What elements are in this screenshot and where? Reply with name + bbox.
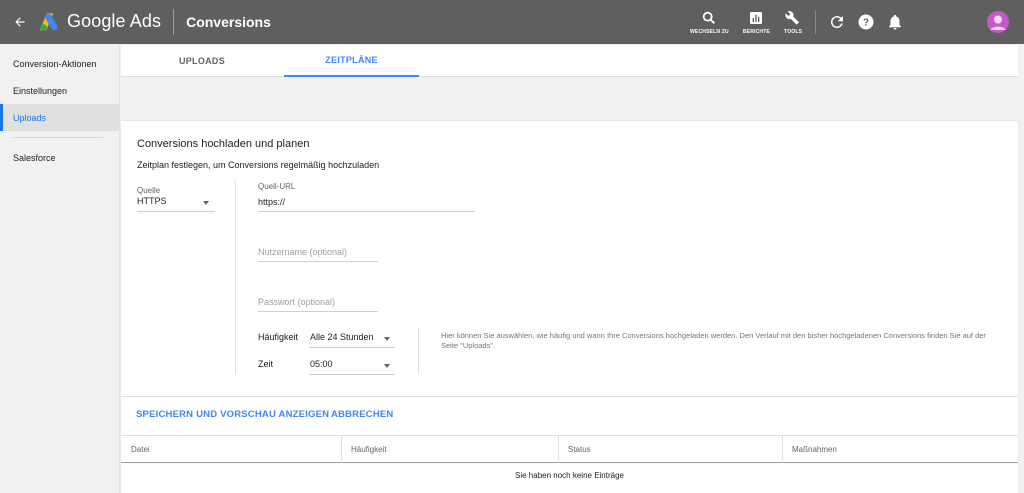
chevron-down-icon bbox=[384, 337, 390, 341]
tab-uploads[interactable]: UPLOADS bbox=[151, 45, 253, 77]
form-subheading: Zeitplan festlegen, um Conversions regel… bbox=[137, 160, 380, 170]
sidebar-item-settings[interactable]: Einstellungen bbox=[0, 77, 119, 104]
sidebar-item-uploads[interactable]: Uploads bbox=[0, 104, 119, 131]
source-label: Quelle bbox=[137, 186, 161, 195]
time-select[interactable]: 05:00 bbox=[309, 356, 395, 374]
column-header-actions[interactable]: Maßnahmen bbox=[782, 435, 837, 463]
password-input[interactable]: Passwort (optional) bbox=[258, 297, 378, 311]
reports-button[interactable]: BERICHTE bbox=[743, 0, 770, 44]
form-vertical-divider bbox=[235, 181, 236, 374]
avatar-person-icon bbox=[990, 15, 1006, 30]
source-value: HTTPS bbox=[137, 196, 167, 206]
column-header-file[interactable]: Datei bbox=[121, 435, 150, 463]
password-underline bbox=[258, 311, 378, 312]
column-header-status[interactable]: Status bbox=[558, 435, 591, 463]
sidebar: Conversion-Aktionen Einstellungen Upload… bbox=[0, 45, 120, 493]
username-underline bbox=[258, 261, 378, 262]
table-empty-message: Sie haben noch keine Einträge bbox=[515, 471, 624, 480]
avatar[interactable] bbox=[987, 11, 1009, 33]
header-tools: WECHSELN ZU BERICHTE TOOLS bbox=[690, 0, 816, 44]
sidebar-divider bbox=[13, 137, 103, 138]
header-tools-divider bbox=[815, 10, 816, 34]
wrench-icon bbox=[785, 10, 800, 25]
top-app-bar: Google Ads Conversions WECHSELN ZU BERIC… bbox=[0, 0, 1024, 44]
frequency-value: Alle 24 Stunden bbox=[310, 332, 374, 342]
help-icon[interactable]: ? bbox=[857, 13, 875, 31]
url-label: Quell-URL bbox=[258, 182, 296, 191]
reports-label: BERICHTE bbox=[742, 28, 771, 35]
tab-bar: UPLOADS ZEITPLÄNE bbox=[121, 45, 1018, 77]
refresh-icon[interactable] bbox=[828, 13, 846, 31]
sidebar-item-label: Einstellungen bbox=[13, 85, 68, 96]
search-icon bbox=[703, 11, 716, 24]
column-header-frequency[interactable]: Häufigkeit bbox=[341, 435, 387, 463]
header-divider bbox=[173, 8, 175, 35]
chevron-down-icon bbox=[384, 364, 390, 368]
switch-to-label: WECHSELN ZU bbox=[690, 28, 729, 35]
page-title: Conversions bbox=[186, 13, 271, 30]
cancel-button[interactable]: ABBRECHEN bbox=[331, 409, 394, 420]
schedule-form-card: Conversions hochladen und planen Zeitpla… bbox=[121, 121, 1018, 493]
sidebar-item-label: Uploads bbox=[13, 112, 47, 123]
sidebar-item-salesforce[interactable]: Salesforce bbox=[0, 144, 119, 171]
notifications-icon[interactable] bbox=[886, 13, 904, 31]
chevron-down-icon bbox=[203, 201, 209, 205]
help-text: Hier können Sie auswählen, wie häufig un… bbox=[441, 331, 986, 350]
table-header: Datei Häufigkeit Status Maßnahmen bbox=[121, 435, 1018, 463]
actions-divider bbox=[121, 396, 1018, 397]
source-underline bbox=[137, 211, 215, 212]
time-value: 05:00 bbox=[310, 359, 333, 369]
tab-label: ZEITPLÄNE bbox=[325, 55, 378, 65]
svg-text:?: ? bbox=[863, 17, 869, 28]
time-underline bbox=[309, 374, 395, 375]
tools-button[interactable]: TOOLS bbox=[784, 0, 802, 44]
url-input[interactable]: https:// bbox=[258, 197, 475, 211]
back-arrow-icon[interactable] bbox=[10, 12, 30, 32]
help-divider bbox=[418, 328, 419, 374]
frequency-underline bbox=[309, 347, 395, 348]
sidebar-item-label: Salesforce bbox=[13, 152, 56, 163]
frequency-select[interactable]: Alle 24 Stunden bbox=[309, 329, 395, 347]
save-and-preview-button[interactable]: SPEICHERN UND VORSCHAU ANZEIGEN bbox=[136, 409, 329, 420]
tab-label: UPLOADS bbox=[178, 56, 226, 66]
username-input[interactable]: Nutzername (optional) bbox=[258, 247, 378, 261]
switch-to-button[interactable]: WECHSELN ZU bbox=[690, 0, 729, 44]
form-heading: Conversions hochladen und planen bbox=[137, 138, 310, 150]
frequency-label: Häufigkeit bbox=[258, 332, 299, 342]
reports-icon bbox=[750, 11, 763, 24]
sidebar-item-conversion-actions[interactable]: Conversion-Aktionen bbox=[0, 50, 119, 77]
google-ads-logo-icon bbox=[40, 12, 58, 31]
sidebar-item-label: Conversion-Aktionen bbox=[13, 58, 97, 69]
brand-name: Google Ads bbox=[67, 11, 162, 31]
tab-schedules[interactable]: ZEITPLÄNE bbox=[284, 45, 419, 77]
url-underline bbox=[258, 211, 475, 212]
time-label: Zeit bbox=[258, 359, 274, 369]
page-scrollbar[interactable] bbox=[1018, 45, 1024, 493]
tools-label: TOOLS bbox=[784, 28, 803, 35]
